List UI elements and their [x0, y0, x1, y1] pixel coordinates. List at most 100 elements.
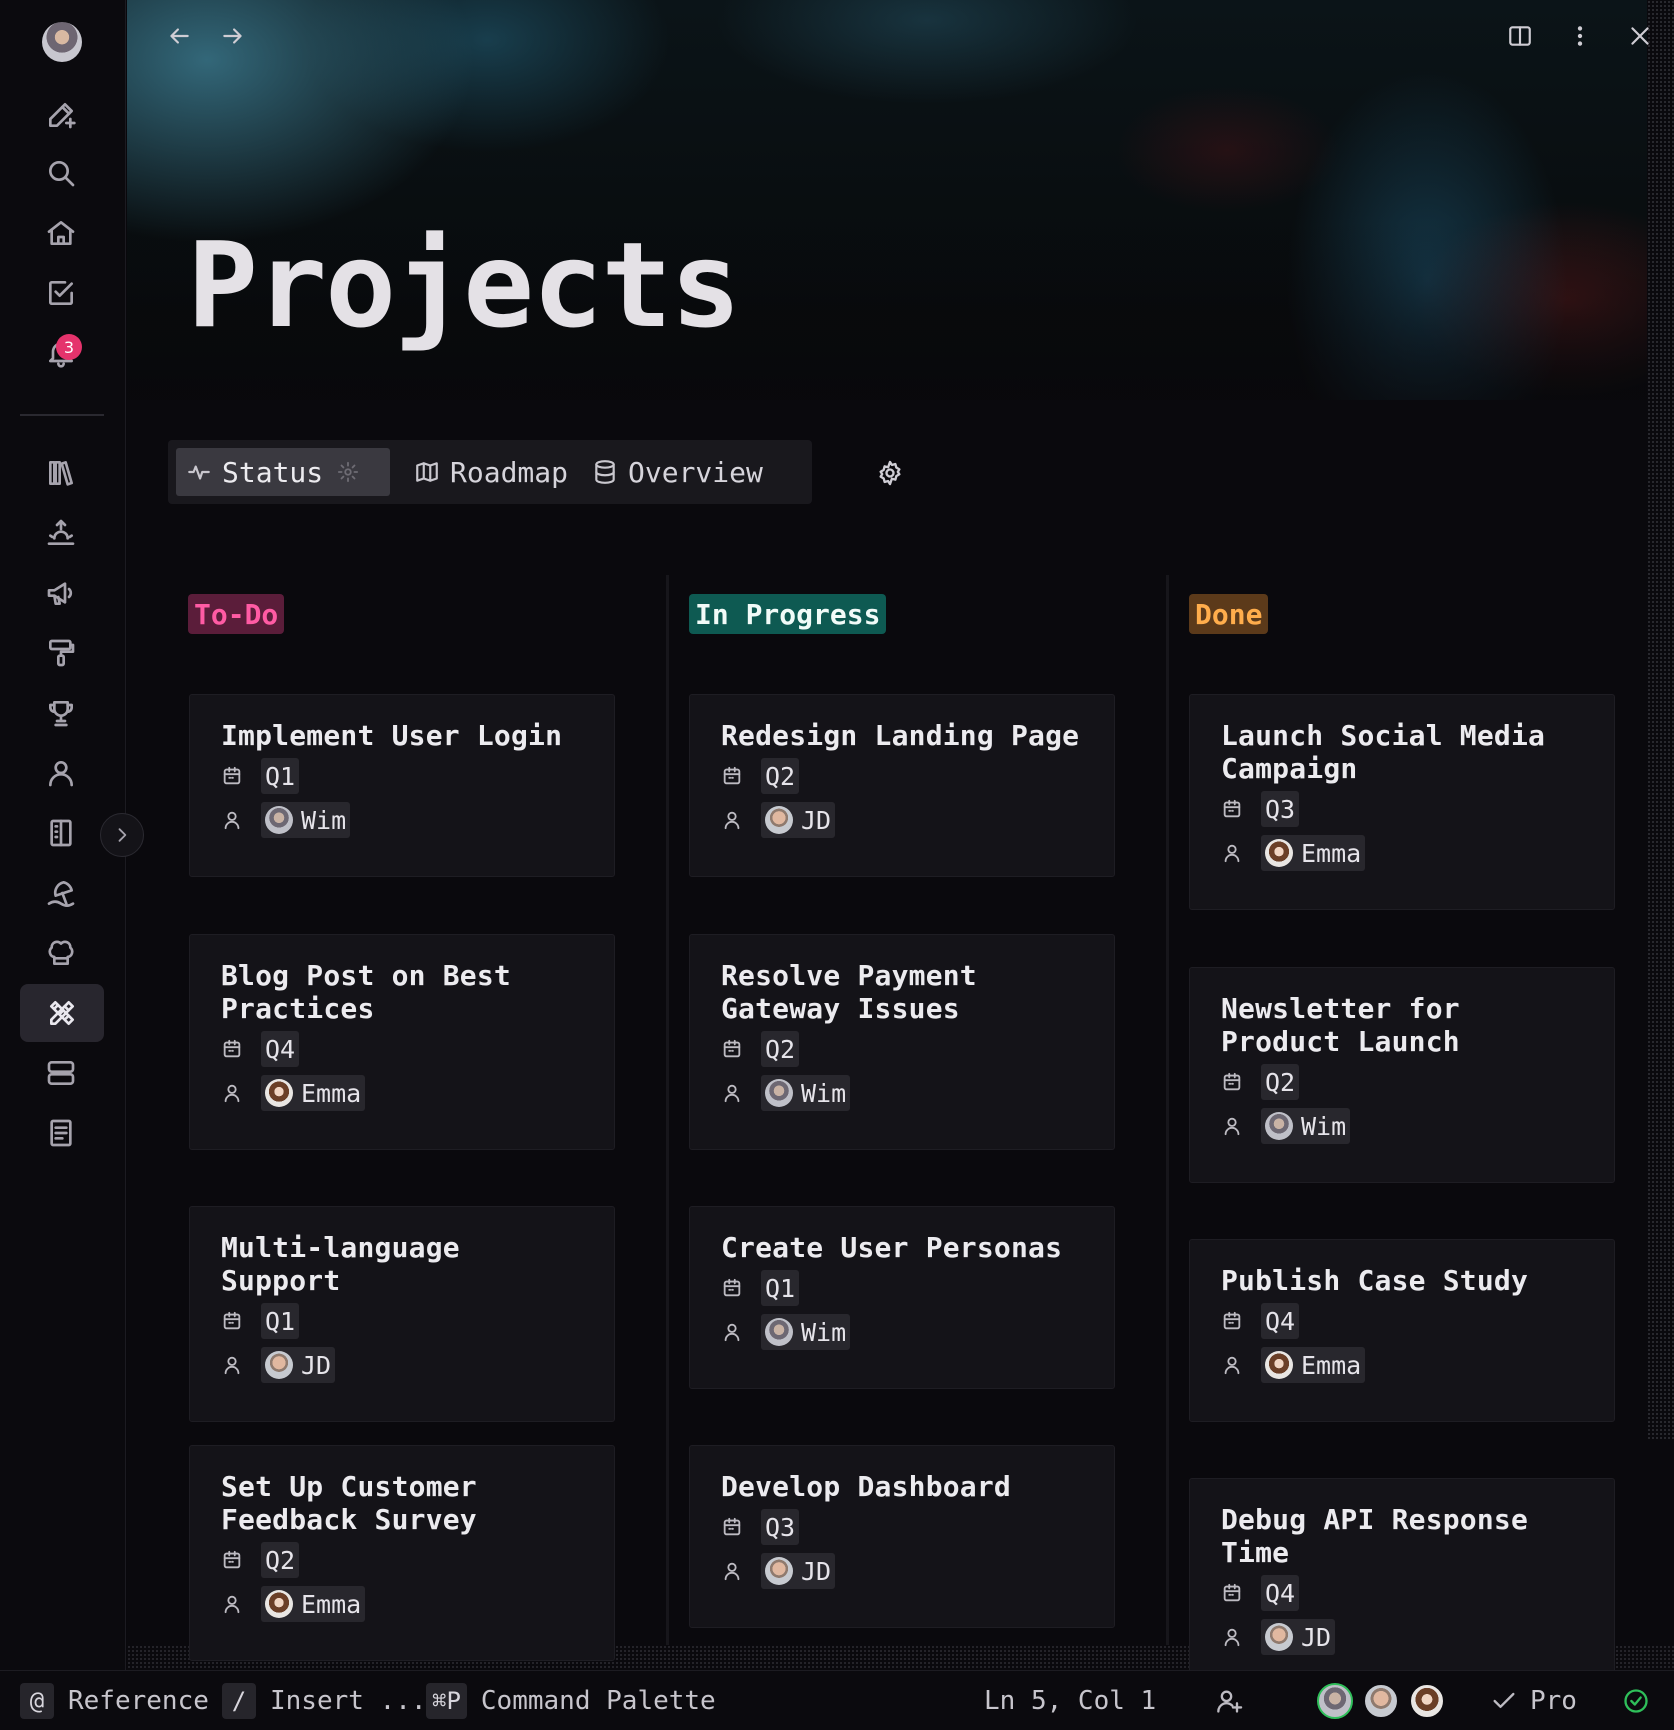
expand-sidebar-button[interactable] — [100, 813, 144, 857]
card-title: Publish Case Study — [1221, 1264, 1529, 1297]
quarter-chip[interactable]: Q2 — [761, 758, 800, 794]
command-palette-button[interactable]: ⌘P Command Palette — [426, 1683, 716, 1719]
split-view-icon[interactable] — [1502, 18, 1538, 54]
project-card[interactable]: Develop Dashboard Q3 JD — [689, 1445, 1115, 1628]
server-stack-icon[interactable] — [38, 1050, 84, 1096]
tab-settings-icon[interactable] — [337, 461, 359, 483]
assignee-chip[interactable]: JD — [1261, 1619, 1336, 1655]
back-arrow-icon[interactable] — [161, 18, 197, 54]
project-card[interactable]: Implement User Login Q1 Wim — [189, 694, 615, 877]
search-icon[interactable] — [38, 150, 84, 196]
sunrise-icon[interactable] — [38, 510, 84, 556]
assignee-chip[interactable]: Emma — [1261, 835, 1366, 871]
reference-button[interactable]: @ Reference — [20, 1683, 209, 1719]
close-icon[interactable] — [1622, 18, 1658, 54]
paint-roller-icon[interactable] — [38, 630, 84, 676]
assignee-chip[interactable]: Wim — [761, 1075, 851, 1111]
insert-button[interactable]: / Insert ... — [222, 1683, 427, 1719]
person-icon[interactable] — [38, 750, 84, 796]
calendar-icon — [721, 1038, 761, 1060]
megaphone-icon[interactable] — [38, 570, 84, 616]
quarter-property: Q4 — [221, 1029, 584, 1069]
quarter-chip[interactable]: Q4 — [1261, 1575, 1300, 1611]
quarter-chip[interactable]: Q2 — [761, 1031, 800, 1067]
rail-divider — [20, 414, 104, 416]
view-settings-button[interactable] — [872, 455, 908, 491]
quarter-chip[interactable]: Q3 — [1261, 791, 1300, 827]
new-page-icon[interactable] — [38, 92, 84, 138]
project-card[interactable]: Debug API Response Time Q4 JD — [1189, 1478, 1615, 1670]
assignee-chip[interactable]: Wim — [1261, 1108, 1351, 1144]
more-vertical-icon[interactable] — [1562, 18, 1598, 54]
home-icon[interactable] — [38, 210, 84, 256]
reference-label: Reference — [68, 1686, 209, 1716]
assignee-avatar — [765, 1079, 793, 1107]
quarter-chip[interactable]: Q1 — [761, 1270, 800, 1306]
column-label-in-progress[interactable]: In Progress — [689, 594, 887, 634]
quarter-property: Q4 — [1221, 1301, 1584, 1341]
project-card[interactable]: Publish Case Study Q4 Emma — [1189, 1239, 1615, 1422]
user-avatar[interactable] — [42, 22, 82, 62]
assignee-property: JD — [221, 1345, 584, 1385]
calendar-icon — [221, 1310, 261, 1332]
assignee-chip[interactable]: Wim — [761, 1314, 851, 1350]
assignee-chip[interactable]: Wim — [261, 802, 351, 838]
assignee-chip[interactable]: Emma — [1261, 1347, 1366, 1383]
project-card[interactable]: Set Up Customer Feedback Survey Q2 Emma — [189, 1445, 615, 1661]
trophy-icon[interactable] — [38, 690, 84, 736]
notebook-icon[interactable] — [38, 810, 84, 856]
calendar-icon — [221, 765, 261, 787]
project-card[interactable]: Blog Post on Best Practices Q4 Emma — [189, 934, 615, 1150]
project-card[interactable]: Launch Social Media Campaign Q3 Emma — [1189, 694, 1615, 910]
quarter-chip[interactable]: Q1 — [261, 758, 300, 794]
chef-hat-icon[interactable] — [38, 930, 84, 976]
collaborator-avatar[interactable] — [1409, 1683, 1445, 1719]
quarter-chip[interactable]: Q4 — [261, 1031, 300, 1067]
assignee-chip[interactable]: JD — [761, 1553, 836, 1589]
add-collaborator-icon[interactable] — [1216, 1683, 1244, 1719]
assignee-chip[interactable]: Emma — [261, 1075, 366, 1111]
project-card[interactable]: Redesign Landing Page Q2 JD — [689, 694, 1115, 877]
project-card[interactable]: Multi-language Support Q1 JD — [189, 1206, 615, 1422]
assignee-property: Emma — [221, 1584, 584, 1624]
assignee-name: Wim — [1301, 1111, 1347, 1141]
card-title: Redesign Landing Page — [721, 719, 1080, 752]
project-card[interactable]: Resolve Payment Gateway Issues Q2 Wim — [689, 934, 1115, 1150]
quarter-property: Q1 — [221, 756, 584, 796]
quarter-chip[interactable]: Q3 — [761, 1509, 800, 1545]
forward-arrow-icon[interactable] — [215, 18, 251, 54]
collaborator-avatar[interactable] — [1363, 1683, 1399, 1719]
reference-key: @ — [20, 1683, 54, 1719]
document-icon[interactable] — [38, 1110, 84, 1156]
quarter-chip[interactable]: Q4 — [1261, 1303, 1300, 1339]
tasks-checkbox-icon[interactable] — [38, 270, 84, 316]
assignee-property: Wim — [221, 800, 584, 840]
project-card[interactable]: Create User Personas Q1 Wim — [689, 1206, 1115, 1389]
beach-umbrella-icon[interactable] — [38, 870, 84, 916]
column-label-done[interactable]: Done — [1189, 594, 1269, 634]
assignee-avatar — [265, 1351, 293, 1379]
tab-overview[interactable]: Overview — [582, 448, 773, 496]
assignee-chip[interactable]: JD — [261, 1347, 336, 1383]
tab-status[interactable]: Status — [176, 448, 390, 496]
assignee-property: Wim — [721, 1073, 1084, 1113]
column-separator — [1166, 575, 1169, 1645]
library-icon[interactable] — [38, 450, 84, 496]
quarter-chip[interactable]: Q1 — [261, 1303, 300, 1339]
quarter-chip[interactable]: Q2 — [1261, 1064, 1300, 1100]
person-icon — [221, 809, 261, 831]
tab-roadmap[interactable]: Roadmap — [404, 448, 578, 496]
project-card[interactable]: Newsletter for Product Launch Q2 Wim — [1189, 967, 1615, 1183]
quarter-property: Q1 — [221, 1301, 584, 1341]
quarter-chip[interactable]: Q2 — [261, 1542, 300, 1578]
card-title: Multi-language Support — [221, 1231, 460, 1297]
assignee-chip[interactable]: Emma — [261, 1586, 366, 1622]
column-label-todo[interactable]: To-Do — [188, 594, 285, 634]
assignee-chip[interactable]: JD — [761, 802, 836, 838]
plan-label: Pro — [1530, 1686, 1577, 1716]
collaborator-avatar[interactable] — [1317, 1683, 1353, 1719]
plan-indicator[interactable]: Pro — [1490, 1683, 1577, 1719]
projects-tools-icon[interactable] — [20, 984, 104, 1042]
assignee-name: Emma — [301, 1078, 362, 1108]
tab-label: Overview — [628, 455, 763, 489]
